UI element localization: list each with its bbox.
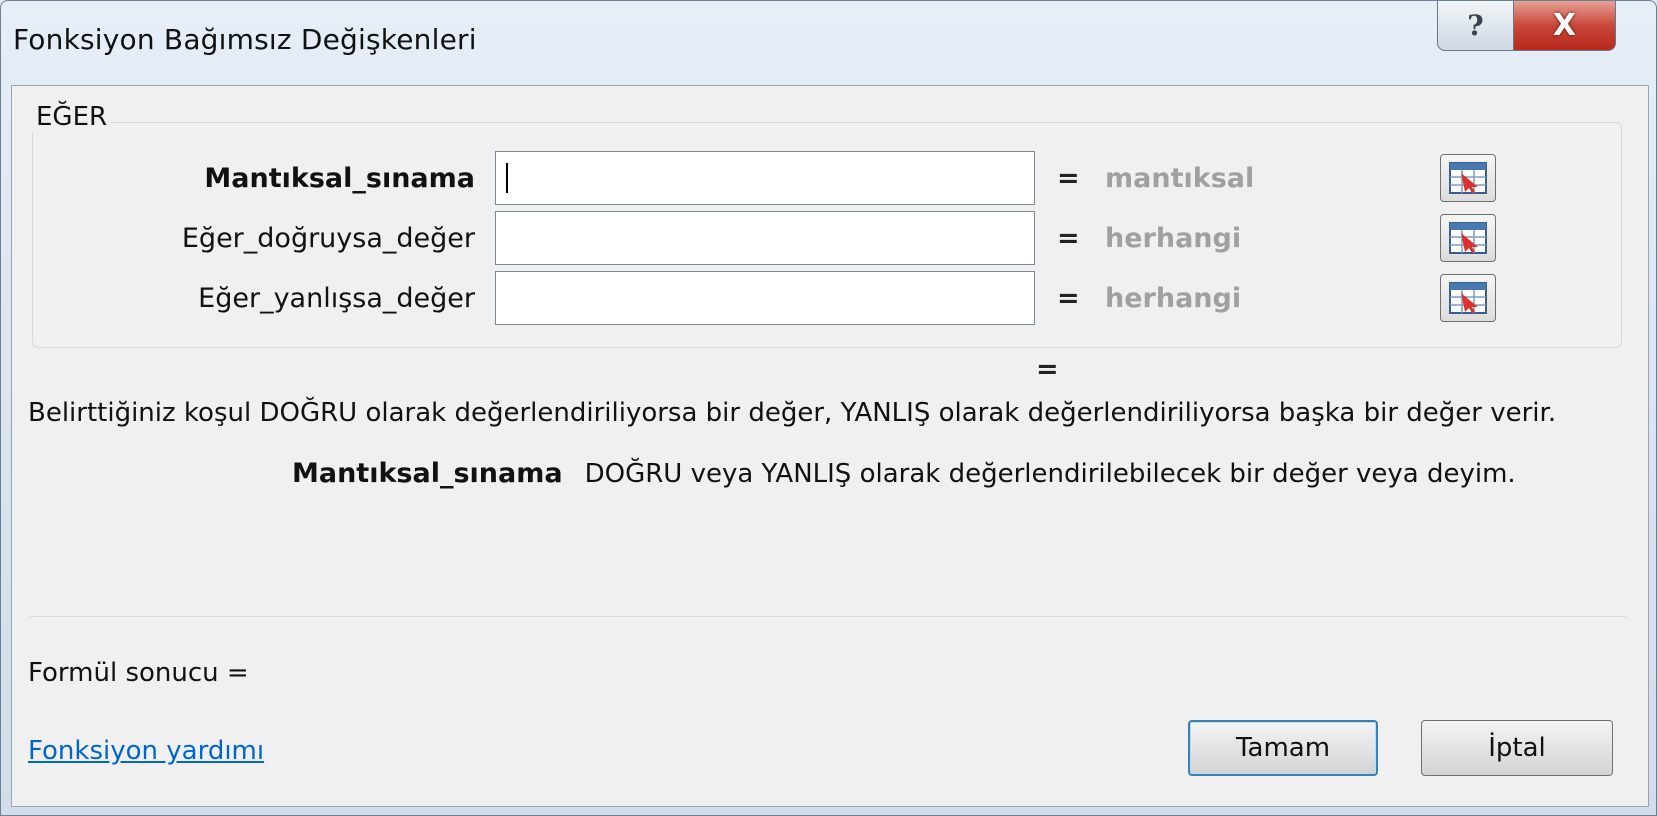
dialog-title: Fonksiyon Bağımsız Değişkenleri xyxy=(13,23,477,56)
range-select-button[interactable] xyxy=(1440,274,1496,322)
value-if-false-input[interactable] xyxy=(495,271,1496,325)
argument-equals: = xyxy=(1057,223,1080,254)
function-description: Belirttiğiniz koşul DOĞRU olarak değerle… xyxy=(28,398,1557,428)
argument-result: herhangi xyxy=(1105,223,1242,254)
range-select-icon xyxy=(1449,222,1487,254)
divider xyxy=(30,616,1626,617)
argument-equals: = xyxy=(1057,163,1080,194)
range-select-button[interactable] xyxy=(1440,214,1496,262)
argument-label: Eğer_yanlışsa_değer xyxy=(198,283,475,314)
argument-row-value-if-false: Eğer_yanlışsa_değer = herhangi xyxy=(33,271,1496,327)
argument-help-name: Mantıksal_sınama xyxy=(292,458,563,489)
help-icon: ? xyxy=(1467,9,1484,42)
argument-row-value-if-true: Eğer_doğruysa_değer = herhangi xyxy=(33,211,1496,267)
argument-result: herhangi xyxy=(1105,283,1242,314)
function-result-equals: = xyxy=(1036,354,1059,385)
text-caret xyxy=(506,163,508,193)
close-button[interactable]: X xyxy=(1513,1,1616,51)
function-arguments-group: Mantıksal_sınama = mantıksal Eğer_doğruy… xyxy=(32,122,1622,348)
argument-label: Eğer_doğruysa_değer xyxy=(181,223,475,254)
argument-label: Mantıksal_sınama xyxy=(204,163,475,194)
close-icon: X xyxy=(1552,8,1577,43)
argument-result: mantıksal xyxy=(1105,163,1255,194)
argument-equals: = xyxy=(1057,283,1080,314)
help-button[interactable]: ? xyxy=(1437,1,1514,51)
dialog-window: Fonksiyon Bağımsız Değişkenleri ? X Mant… xyxy=(0,0,1657,816)
argument-row-logical-test: Mantıksal_sınama = mantıksal xyxy=(33,151,1496,207)
range-select-button[interactable] xyxy=(1440,154,1496,202)
logical-test-input[interactable] xyxy=(495,151,1496,205)
formula-result: Formül sonucu = xyxy=(28,658,249,688)
ok-button[interactable]: Tamam xyxy=(1188,720,1378,776)
argument-help-text: DOĞRU veya YANLIŞ olarak değerlendirileb… xyxy=(584,459,1516,489)
range-select-icon xyxy=(1449,162,1487,194)
function-help-link[interactable]: Fonksiyon yardımı xyxy=(28,736,264,766)
dialog-body: Mantıksal_sınama = mantıksal Eğer_doğruy… xyxy=(11,85,1649,807)
range-select-icon xyxy=(1449,282,1487,314)
function-name: EĞER xyxy=(32,102,112,132)
cancel-button[interactable]: İptal xyxy=(1421,720,1613,776)
argument-help: Mantıksal_sınama DOĞRU veya YANLIŞ olarak… xyxy=(292,458,1516,489)
value-if-true-input[interactable] xyxy=(495,211,1496,265)
title-bar: Fonksiyon Bağımsız Değişkenleri ? X xyxy=(1,1,1656,85)
